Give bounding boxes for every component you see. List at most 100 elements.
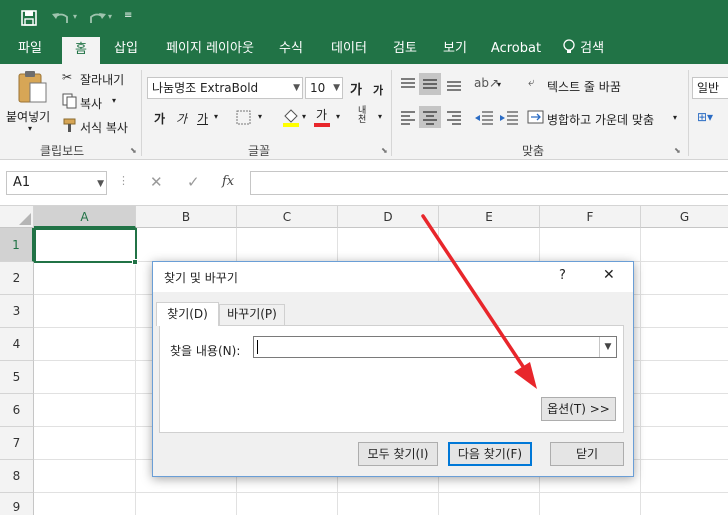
wrap-text-icon[interactable]: ⤶ <box>528 75 535 90</box>
column-header-f[interactable]: F <box>540 206 641 228</box>
scissors-icon[interactable]: ✂ <box>62 70 72 84</box>
column-header-b[interactable]: B <box>136 206 237 228</box>
tab-acrobat[interactable]: Acrobat <box>486 36 546 64</box>
column-header-e[interactable]: E <box>439 206 540 228</box>
customize-icon[interactable]: ≡ <box>124 10 132 21</box>
borders-icon[interactable] <box>236 110 252 126</box>
find-next-button[interactable]: 다음 찾기(F) <box>448 442 532 466</box>
row-header-2[interactable]: 2 <box>0 262 34 295</box>
copy-icon[interactable] <box>62 93 78 109</box>
active-cell-a1[interactable] <box>34 228 137 263</box>
save-icon[interactable] <box>20 9 38 27</box>
row-header-5[interactable]: 5 <box>0 361 34 394</box>
number-format-select[interactable]: 일반 <box>692 77 728 99</box>
undo-dropdown-icon[interactable]: ▾ <box>73 12 77 21</box>
underline-button[interactable]: 가 <box>197 110 208 127</box>
copy-button[interactable]: 복사 <box>80 95 102 112</box>
tab-formulas[interactable]: 수식 <box>270 36 312 64</box>
tab-review[interactable]: 검토 <box>384 36 426 64</box>
fill-color-dropdown-icon[interactable]: ▾ <box>302 112 306 121</box>
find-what-input[interactable]: ▼ <box>253 336 617 358</box>
options-button[interactable]: 옵션(T) >> <box>541 397 616 421</box>
paste-dropdown-icon[interactable]: ▾ <box>28 124 32 133</box>
tab-page-layout[interactable]: 페이지 레이아웃 <box>158 36 262 64</box>
find-all-button[interactable]: 모두 찾기(I) <box>358 442 438 466</box>
row-header-8[interactable]: 8 <box>0 460 34 493</box>
enter-icon[interactable]: ✓ <box>187 173 200 191</box>
merge-center-icon[interactable] <box>527 109 545 125</box>
font-size-select[interactable]: 10 ▼ <box>305 77 343 99</box>
phonetic-dropdown-icon[interactable]: ▾ <box>378 112 382 121</box>
tab-find[interactable]: 찾기(D) <box>156 302 219 326</box>
row-header-9[interactable]: 9 <box>0 493 34 515</box>
accounting-format-icon[interactable]: ⊞▾ <box>697 110 713 124</box>
cut-button[interactable]: 잘라내기 <box>80 71 124 88</box>
format-painter-button[interactable]: 서식 복사 <box>80 119 128 136</box>
clipboard-launcher-icon[interactable]: ⬊ <box>130 146 137 155</box>
merge-center-button[interactable]: 병합하고 가운데 맞춤 <box>547 111 654 128</box>
column-header-c[interactable]: C <box>237 206 338 228</box>
tab-view[interactable]: 보기 <box>434 36 476 64</box>
close-button[interactable]: 닫기 <box>550 442 624 466</box>
alignment-launcher-icon[interactable]: ⬊ <box>674 146 681 155</box>
fill-color-icon[interactable] <box>282 107 300 127</box>
name-box[interactable]: A1 ▼ <box>6 171 107 195</box>
orientation-dropdown-icon[interactable]: ▾ <box>497 80 501 89</box>
align-middle-button[interactable] <box>419 73 441 95</box>
font-launcher-icon[interactable]: ⬊ <box>381 146 388 155</box>
cancel-icon[interactable]: ✕ <box>150 173 163 191</box>
font-color-bar <box>314 123 330 127</box>
underline-dropdown-icon[interactable]: ▾ <box>214 112 218 121</box>
fill-handle[interactable] <box>132 259 138 265</box>
row-header-3[interactable]: 3 <box>0 295 34 328</box>
tab-data[interactable]: 데이터 <box>322 36 376 64</box>
bold-button[interactable]: 가 <box>154 110 165 127</box>
close-icon[interactable]: ✕ <box>603 267 615 283</box>
shrink-font-button[interactable]: 가 <box>373 82 383 98</box>
align-left-icon[interactable] <box>399 109 417 125</box>
tab-home[interactable]: 홈 <box>62 36 100 64</box>
borders-dropdown-icon[interactable]: ▾ <box>258 112 262 121</box>
tell-me-search[interactable]: 검색 <box>562 36 604 64</box>
undo-icon[interactable] <box>50 9 72 27</box>
merge-dropdown-icon[interactable]: ▾ <box>673 113 677 122</box>
paste-icon[interactable] <box>16 70 48 104</box>
font-name-select[interactable]: 나눔명조 ExtraBold ▼ <box>147 77 303 99</box>
phonetic-guide-button[interactable]: 내천 <box>358 107 372 125</box>
orientation-icon[interactable]: ab↗ <box>474 76 499 90</box>
redo-dropdown-icon[interactable]: ▾ <box>108 12 112 21</box>
chevron-down-icon[interactable]: ▼ <box>599 337 616 357</box>
formula-input[interactable] <box>250 171 728 195</box>
tab-insert[interactable]: 삽입 <box>104 36 148 64</box>
align-right-icon[interactable] <box>445 109 463 125</box>
paste-label[interactable]: 붙여넣기 <box>6 108 50 125</box>
increase-indent-icon[interactable] <box>499 109 519 125</box>
row-header-6[interactable]: 6 <box>0 394 34 427</box>
font-color-button[interactable]: 가 <box>316 106 327 123</box>
align-top-icon[interactable] <box>399 76 417 92</box>
align-center-button[interactable] <box>419 106 441 128</box>
gridline <box>135 228 136 515</box>
separator <box>688 70 689 156</box>
column-header-g[interactable]: G <box>641 206 728 228</box>
align-bottom-icon[interactable] <box>445 76 463 92</box>
alignment-group-label: 맞춤 <box>522 144 545 158</box>
row-header-1[interactable]: 1 <box>0 228 34 262</box>
row-header-4[interactable]: 4 <box>0 328 34 361</box>
column-header-d[interactable]: D <box>338 206 439 228</box>
help-button[interactable]: ? <box>559 268 566 283</box>
grow-font-button[interactable]: 가 <box>350 79 362 98</box>
redo-icon[interactable] <box>86 9 108 27</box>
tab-replace[interactable]: 바꾸기(P) <box>219 304 285 325</box>
copy-dropdown-icon[interactable]: ▾ <box>112 96 116 105</box>
decrease-indent-icon[interactable] <box>474 109 494 125</box>
row-header-7[interactable]: 7 <box>0 427 34 460</box>
column-header-a[interactable]: A <box>34 206 136 228</box>
wrap-text-button[interactable]: 텍스트 줄 바꿈 <box>547 78 621 95</box>
italic-button[interactable]: 가 <box>176 110 187 127</box>
insert-function-icon[interactable]: fx <box>222 174 234 189</box>
tab-file[interactable]: 파일 <box>8 36 52 64</box>
format-painter-icon[interactable] <box>62 117 78 133</box>
font-color-dropdown-icon[interactable]: ▾ <box>336 112 340 121</box>
select-all-button[interactable] <box>0 206 34 228</box>
